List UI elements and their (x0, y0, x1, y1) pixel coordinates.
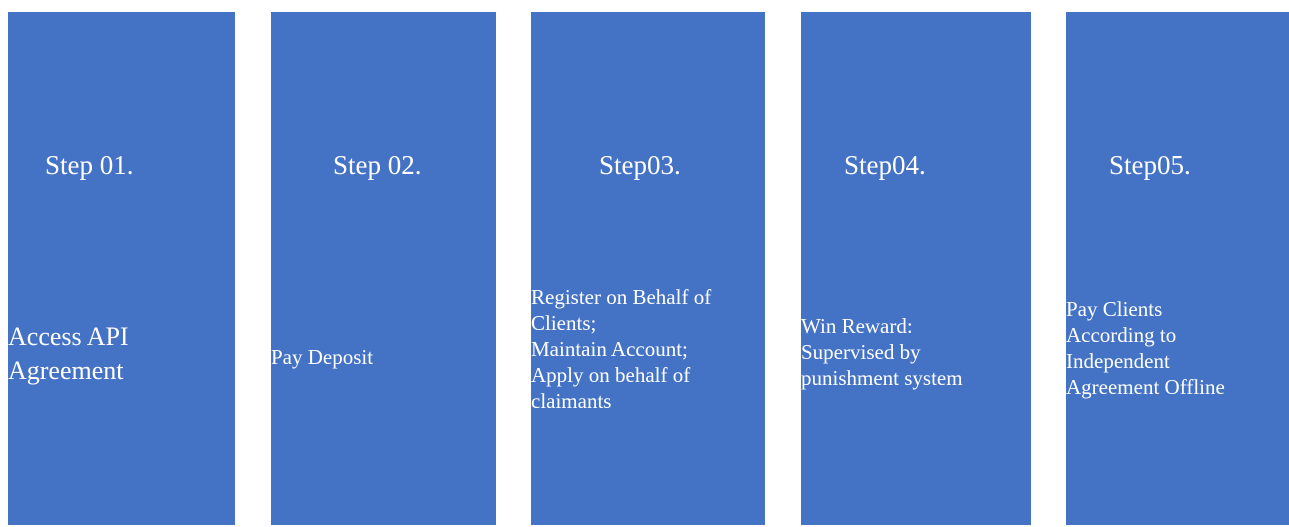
step-title: Step05. (1109, 150, 1191, 180)
step-title: Step 01. (45, 150, 134, 180)
step-description: Register on Behalf of Clients; Maintain … (531, 285, 712, 413)
step-description: Pay Deposit (271, 345, 374, 369)
step-title: Step03. (599, 150, 681, 180)
step-title: Step 02. (333, 150, 422, 180)
step-panel-04: Step04. Win Reward: Supervised by punish… (801, 12, 1031, 525)
step-description: Win Reward: Supervised by punishment sys… (801, 314, 963, 390)
step-description: Pay Clients According to Independent Agr… (1066, 297, 1225, 399)
step-title: Step04. (844, 150, 926, 180)
step-panel-03: Step03. Register on Behalf of Clients; M… (531, 12, 765, 525)
step-description: Access API Agreement (8, 322, 129, 385)
step-panel-05: Step05. Pay Clients According to Indepen… (1066, 12, 1289, 525)
step-panel-01: Step 01. Access API Agreement (8, 12, 235, 525)
step-panel-02: Step 02. Pay Deposit (271, 12, 496, 525)
